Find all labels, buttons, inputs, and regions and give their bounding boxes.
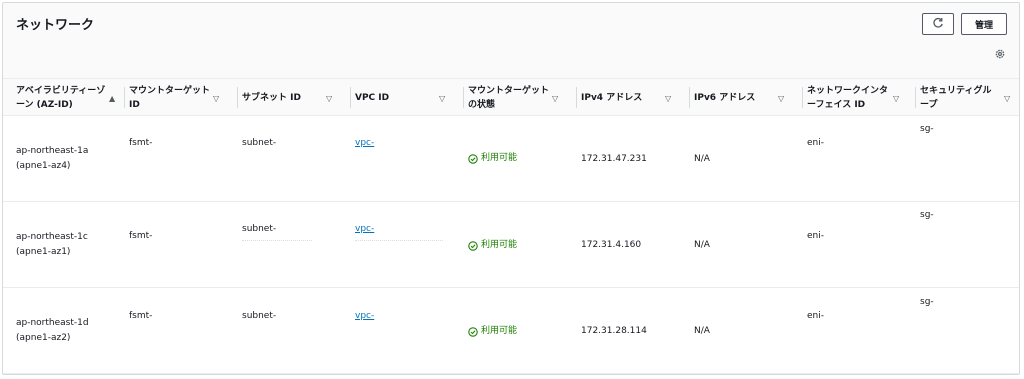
column-divider — [576, 87, 577, 108]
column-divider — [915, 87, 916, 108]
ipv4-address: 172.31.28.114 — [581, 326, 647, 336]
security-group-id: sg- — [920, 297, 934, 307]
column-header-state[interactable]: マウントターゲットの状態 ▽ — [463, 79, 574, 116]
ipv6-address: N/A — [694, 326, 710, 336]
column-header-ipv6[interactable]: IPv6 アドレス ▽ — [689, 79, 800, 116]
column-divider — [689, 87, 690, 108]
ipv4-address: 172.31.47.231 — [581, 154, 647, 164]
panel-header: ネットワーク 管理 — [3, 3, 1019, 79]
sort-icon[interactable]: ▽ — [1004, 92, 1010, 106]
sort-icon[interactable]: ▽ — [552, 92, 558, 106]
page-title: ネットワーク — [16, 18, 95, 33]
vpc-link[interactable]: vpc- — [355, 136, 374, 151]
column-header-eni[interactable]: ネットワークインターフェイス ID ▽ — [802, 79, 913, 116]
sort-icon[interactable]: ▽ — [213, 92, 219, 106]
table-row[interactable]: ap-northeast-1c (apne1-az1) fsmt- subnet… — [3, 202, 1019, 288]
sort-icon[interactable]: ▽ — [778, 92, 784, 106]
status-badge: 利用可能 — [468, 238, 517, 253]
security-group-id: sg- — [920, 124, 934, 134]
az-cell: ap-northeast-1c (apne1-az1) — [16, 232, 88, 257]
refresh-icon — [932, 17, 944, 32]
security-group-id: sg- — [920, 210, 934, 220]
ipv4-address: 172.31.4.160 — [581, 240, 642, 250]
column-header-mount-target[interactable]: マウントターゲット ID ▽ — [124, 79, 235, 116]
column-divider — [237, 87, 238, 108]
table-header: アベイラビリティーゾーン (AZ-ID) ▲ マウントターゲット ID ▽ サブ… — [3, 79, 1019, 116]
ipv6-address: N/A — [694, 240, 710, 250]
refresh-button[interactable] — [922, 13, 954, 35]
manage-button[interactable]: 管理 — [961, 13, 1007, 35]
sort-icon[interactable]: ▽ — [439, 92, 445, 106]
vpc-link[interactable]: vpc- — [355, 309, 374, 324]
subnet-id: subnet- — [242, 138, 277, 148]
status-badge: 利用可能 — [468, 151, 517, 166]
az-cell: ap-northeast-1a (apne1-az4) — [16, 146, 89, 171]
az-cell: ap-northeast-1d (apne1-az2) — [16, 318, 89, 343]
mount-target-id: fsmt- — [129, 138, 153, 148]
sort-icon[interactable]: ▽ — [665, 92, 671, 106]
column-header-subnet[interactable]: サブネット ID ▽ — [237, 79, 348, 116]
check-circle-icon — [468, 240, 478, 251]
subnet-id: subnet- — [242, 224, 277, 234]
eni-id: eni- — [807, 138, 824, 148]
column-divider — [463, 87, 464, 108]
column-divider — [802, 87, 803, 108]
sort-ascending-icon[interactable]: ▲ — [109, 92, 115, 106]
column-header-sg[interactable]: セキュリティグループ ▽ — [915, 79, 1020, 116]
subnet-id: subnet- — [242, 311, 277, 321]
column-divider — [350, 87, 351, 108]
sort-icon[interactable]: ▽ — [893, 92, 899, 106]
redacted-text — [242, 240, 312, 242]
mount-target-id: fsmt- — [129, 311, 153, 321]
redacted-text — [355, 240, 443, 242]
check-circle-icon — [468, 153, 478, 164]
column-header-vpc[interactable]: VPC ID ▽ — [350, 79, 461, 116]
eni-id: eni- — [807, 311, 824, 321]
sort-icon[interactable]: ▽ — [326, 92, 332, 106]
mount-target-id: fsmt- — [129, 231, 153, 241]
column-header-ipv4[interactable]: IPv4 アドレス ▽ — [576, 79, 687, 116]
eni-id: eni- — [807, 231, 824, 241]
ipv6-address: N/A — [694, 154, 710, 164]
check-circle-icon — [468, 326, 478, 337]
network-panel: ネットワーク 管理 アベイラビリティーゾーン (AZ-ID) ▲ マウントターゲ… — [2, 2, 1020, 375]
status-badge: 利用可能 — [468, 324, 517, 339]
column-divider — [124, 87, 125, 108]
gear-icon[interactable] — [993, 47, 1007, 61]
table-row[interactable]: ap-northeast-1a (apne1-az4) fsmt- subnet… — [3, 116, 1019, 202]
vpc-link[interactable]: vpc- — [355, 222, 374, 237]
table-row[interactable]: ap-northeast-1d (apne1-az2) fsmt- subnet… — [3, 288, 1019, 374]
column-header-az[interactable]: アベイラビリティーゾーン (AZ-ID) ▲ — [16, 79, 122, 116]
